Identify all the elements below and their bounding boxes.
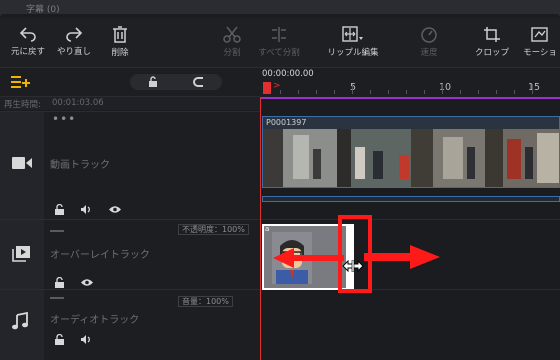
split-all-icon [272, 27, 286, 42]
speed-icon [421, 27, 437, 43]
play-marker-icon: > [273, 81, 281, 91]
playhead-line [260, 98, 261, 360]
video-track-header: ••• 動画トラック [0, 111, 260, 219]
redo-button[interactable]: やり直し [54, 22, 94, 66]
overlay-track-icon [12, 246, 30, 262]
timeline-area[interactable]: 00:00:00.00 5 10 15 > P0001397 a [260, 68, 560, 360]
motion-icon [531, 27, 548, 42]
overlay-track-header: 不透明度：100% オーバーレイトラック [0, 219, 260, 289]
undo-button[interactable]: 元に戻す [8, 22, 48, 66]
track-header-panel: 再生時間: 00:01:03.06 ••• 動画トラック 不透明度：100% オ… [0, 68, 260, 360]
opacity-badge: 不透明度：100% [178, 224, 249, 235]
video-audio-strip[interactable] [262, 196, 560, 202]
add-track-icon [11, 76, 30, 88]
timecode-display: 00:00:00.00 [262, 69, 314, 79]
unlock-all-button[interactable] [130, 74, 176, 90]
video-thumbnails [263, 129, 559, 187]
split-button[interactable]: 分割 [212, 22, 252, 66]
left-red-arrow [273, 248, 344, 268]
ruler-label: 5 [350, 82, 357, 93]
render-progress-line [260, 97, 560, 99]
video-clip[interactable]: P0001397 [262, 116, 560, 188]
overlay-track-lock-icon[interactable] [54, 277, 65, 288]
audio-track-volume-icon[interactable] [80, 334, 92, 345]
annotation-highlight-box [338, 215, 372, 293]
time-ruler[interactable]: 00:00:00.00 5 10 15 > [260, 68, 560, 98]
duration-value: 00:01:03.06 [52, 98, 104, 108]
ruler-label: 10 [439, 82, 452, 93]
crop-icon [484, 27, 500, 42]
magnet-icon [193, 77, 203, 87]
crop-button[interactable]: クロップ [472, 22, 512, 66]
video-track-name: 動画トラック [50, 160, 110, 171]
video-track-icon [12, 157, 32, 169]
add-track-button[interactable] [10, 74, 30, 94]
ruler-label: 15 [528, 82, 541, 93]
delete-button[interactable]: 削除 [102, 22, 138, 66]
redo-icon [66, 27, 83, 42]
top-tab-strip: 字幕 (0) [0, 0, 560, 18]
video-track-visibility-icon[interactable] [108, 205, 122, 214]
audio-track-name: オーディオトラック [50, 315, 140, 326]
video-clip-name: P0001397 [266, 118, 307, 127]
motion-button[interactable]: モーショ [520, 22, 560, 66]
audio-track-lock-icon[interactable] [54, 334, 65, 345]
overlay-track-name: オーバーレイトラック [50, 250, 150, 261]
lock-link-toggle [130, 74, 222, 90]
ripple-edit-button[interactable]: リップル編集 [324, 22, 382, 66]
audio-track-header: 音量：100% オーディオトラック [0, 289, 260, 360]
speed-button[interactable]: 速度 [412, 22, 446, 66]
overlay-track-visibility-icon[interactable] [80, 278, 94, 287]
edit-toolbar: 元に戻す やり直し 削除 分割 すべて分割 リップル編集 速度 クロップ モーシ… [0, 18, 560, 68]
undo-icon [19, 27, 36, 42]
duration-row: 再生時間: 00:01:03.06 [0, 96, 260, 110]
music-note-icon [12, 312, 28, 330]
scissors-icon [223, 26, 241, 43]
volume-badge: 音量：100% [178, 296, 233, 307]
ripple-edit-icon [342, 26, 363, 42]
magnet-button[interactable] [176, 74, 222, 90]
track-menu-icon[interactable]: ••• [52, 112, 76, 126]
trash-icon [113, 26, 127, 43]
playhead-handle[interactable] [263, 82, 271, 94]
overlay-clip-name: a [265, 225, 270, 233]
duration-label: 再生時間: [4, 100, 41, 110]
unlock-icon [149, 76, 157, 87]
right-red-arrow [364, 245, 440, 269]
split-all-button[interactable]: すべて分割 [254, 22, 304, 66]
video-track-lock-icon[interactable] [54, 204, 65, 215]
video-track-volume-icon[interactable] [80, 204, 92, 215]
